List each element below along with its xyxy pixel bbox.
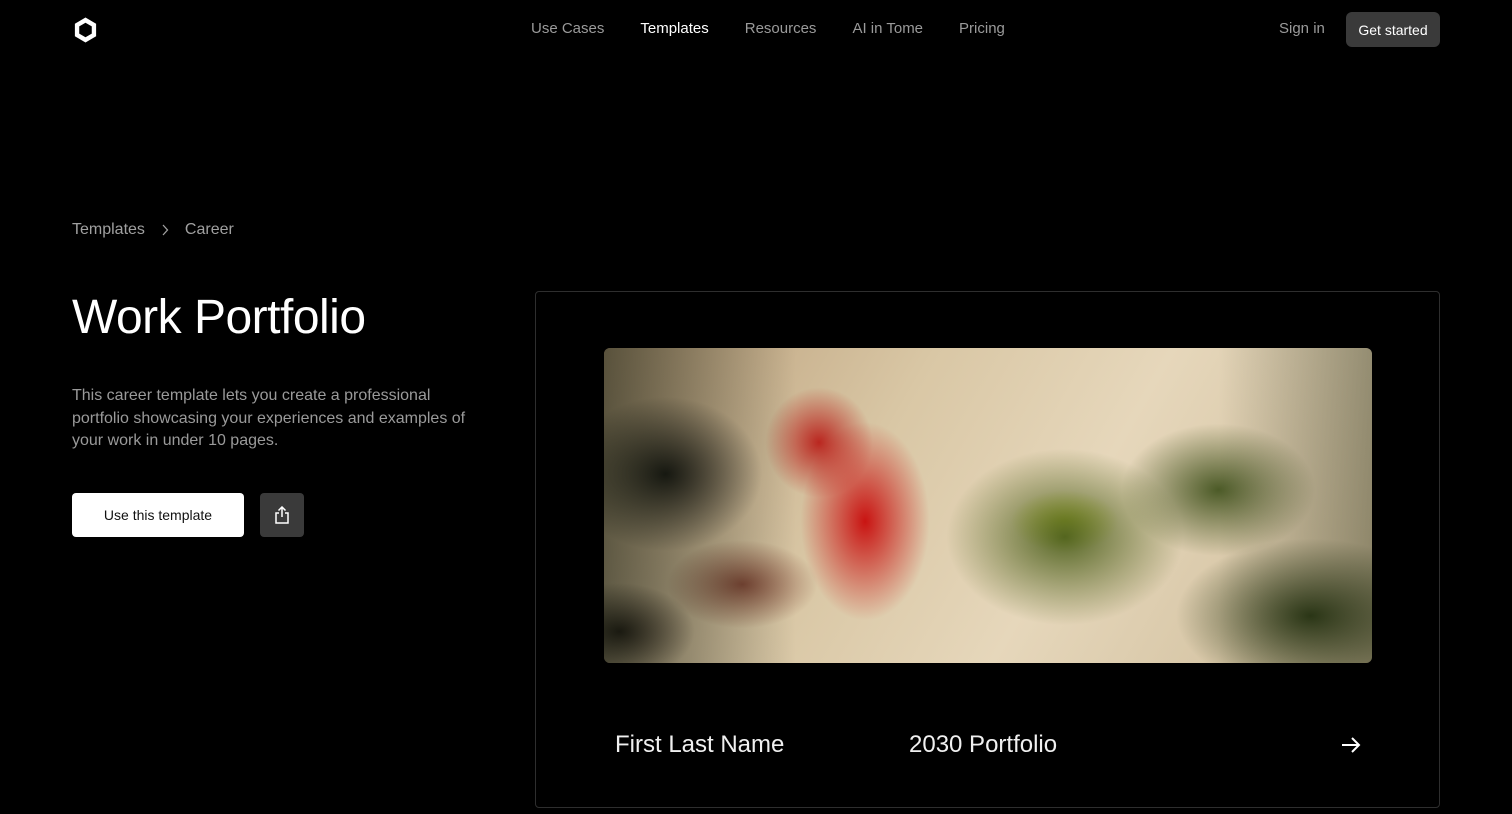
breadcrumb: Templates Career — [72, 221, 234, 239]
nav-pricing[interactable]: Pricing — [959, 20, 1005, 38]
get-started-button[interactable]: Get started — [1346, 12, 1440, 47]
nav-ai-in-tome[interactable]: AI in Tome — [852, 20, 923, 38]
tome-logo-icon[interactable] — [72, 16, 99, 44]
preview-name: First Last Name — [615, 731, 785, 758]
sign-in-link[interactable]: Sign in — [1279, 20, 1325, 38]
chevron-right-icon — [161, 224, 169, 236]
share-icon — [275, 506, 289, 524]
nav-use-cases[interactable]: Use Cases — [531, 20, 604, 38]
template-preview[interactable]: First Last Name 2030 Portfolio — [535, 291, 1440, 808]
nav-templates[interactable]: Templates — [640, 20, 708, 38]
arrow-right-icon[interactable] — [1340, 736, 1362, 754]
breadcrumb-career[interactable]: Career — [185, 221, 234, 239]
page-title: Work Portfolio — [72, 291, 366, 344]
share-button[interactable] — [260, 493, 304, 537]
top-navigation: Use Cases Templates Resources AI in Tome… — [0, 0, 1512, 60]
preview-cover-image — [604, 348, 1372, 663]
breadcrumb-templates[interactable]: Templates — [72, 221, 145, 239]
nav-resources[interactable]: Resources — [745, 20, 817, 38]
preview-portfolio-title: 2030 Portfolio — [909, 731, 1058, 758]
template-description: This career template lets you create a p… — [72, 387, 466, 449]
use-template-button[interactable]: Use this template — [72, 493, 244, 537]
main-nav: Use Cases Templates Resources AI in Tome… — [531, 20, 1041, 38]
